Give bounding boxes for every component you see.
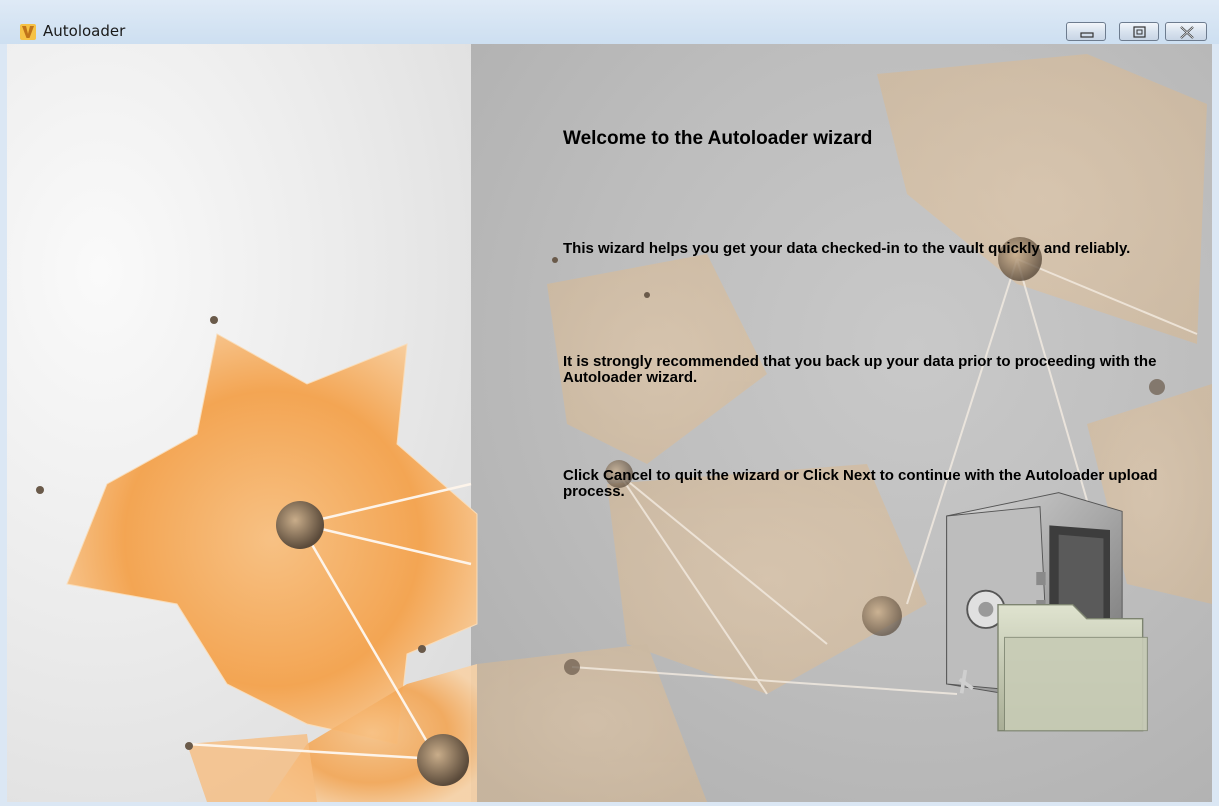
close-button[interactable] bbox=[1165, 22, 1207, 41]
navigation-instruction-text: Click Cancel to quit the wizard or Click… bbox=[563, 467, 1158, 500]
maximize-icon bbox=[1133, 26, 1146, 38]
backup-recommendation-text: It is strongly recommended that you back… bbox=[563, 353, 1157, 386]
close-icon bbox=[1180, 26, 1194, 39]
autoloader-window: Autoloader Welcome to the Autoloader wiz… bbox=[0, 0, 1219, 806]
minimize-icon bbox=[1080, 32, 1094, 38]
wizard-content: Welcome to the Autoloader wizard This wi… bbox=[7, 44, 1212, 802]
vault-safe-with-folder-icon bbox=[946, 492, 1148, 732]
autodesk-vault-v-icon bbox=[20, 24, 36, 40]
window-title: Autoloader bbox=[43, 22, 126, 40]
minimize-button[interactable] bbox=[1066, 22, 1106, 41]
wizard-intro-text: This wizard helps you get your data chec… bbox=[563, 240, 1131, 257]
wizard-heading: Welcome to the Autoloader wizard bbox=[563, 128, 873, 149]
maximize-button[interactable] bbox=[1119, 22, 1159, 41]
title-bar[interactable]: Autoloader bbox=[0, 0, 1219, 44]
